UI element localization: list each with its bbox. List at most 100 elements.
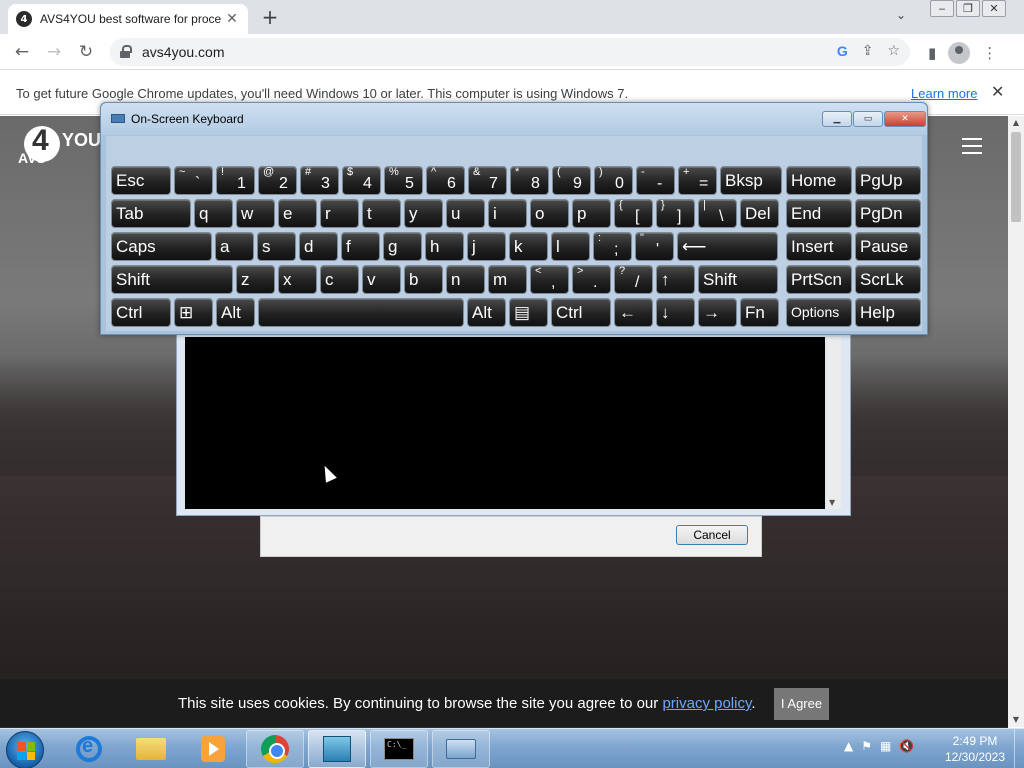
key-minus[interactable]: --: [636, 166, 675, 195]
key-alt-left[interactable]: Alt: [216, 298, 255, 327]
taskbar-command-prompt[interactable]: C:\_: [370, 730, 428, 768]
key-w[interactable]: w: [236, 199, 275, 228]
back-arrow-icon[interactable]: ←: [10, 41, 34, 63]
key-prtscn[interactable]: PrtScn: [786, 265, 852, 294]
key-options[interactable]: Options: [786, 298, 852, 327]
key-k[interactable]: k: [509, 232, 548, 261]
key-f[interactable]: f: [341, 232, 380, 261]
key-a[interactable]: a: [215, 232, 254, 261]
key-alt-right[interactable]: Alt: [467, 298, 506, 327]
key-s[interactable]: s: [257, 232, 296, 261]
profile-avatar-icon[interactable]: [948, 42, 971, 64]
side-panel-icon[interactable]: ▮: [928, 44, 936, 62]
start-button[interactable]: [6, 731, 44, 768]
taskbar-installer[interactable]: [308, 730, 366, 768]
lock-icon[interactable]: [120, 45, 132, 59]
privacy-policy-link[interactable]: privacy policy: [662, 695, 751, 712]
taskbar-media-player[interactable]: [184, 730, 242, 768]
key-o[interactable]: o: [530, 199, 569, 228]
osk-minimize-button[interactable]: ▁: [822, 111, 852, 127]
key-tab[interactable]: Tab: [111, 199, 191, 228]
key-up[interactable]: ↑: [656, 265, 695, 294]
show-hidden-icons-icon[interactable]: ▲: [844, 739, 853, 753]
page-scrollbar[interactable]: ▲ ▼: [1008, 116, 1024, 727]
key-right[interactable]: →: [698, 298, 737, 327]
key-space[interactable]: [258, 298, 464, 327]
learn-more-link[interactable]: Learn more: [911, 86, 977, 101]
key-esc[interactable]: Esc: [111, 166, 171, 195]
minimize-button[interactable]: ‒: [930, 0, 954, 17]
network-icon[interactable]: ▦: [880, 739, 891, 753]
key-ctrl-left[interactable]: Ctrl: [111, 298, 171, 327]
key-9[interactable]: (9: [552, 166, 591, 195]
key-home[interactable]: Home: [786, 166, 852, 195]
key-menu[interactable]: ▤: [509, 298, 548, 327]
key-7[interactable]: & 7: [468, 166, 507, 195]
scroll-up-arrow-icon[interactable]: ▲: [1008, 116, 1024, 130]
reload-icon[interactable]: ↻: [74, 41, 98, 63]
key-semicolon[interactable]: :;: [593, 232, 632, 261]
tab-close-icon[interactable]: ✕: [224, 11, 240, 27]
key-rbracket[interactable]: }]: [656, 199, 695, 228]
key-backtick[interactable]: ~ `: [174, 166, 213, 195]
key-equals[interactable]: + =: [678, 166, 717, 195]
key-1[interactable]: ! 1: [216, 166, 255, 195]
osk-maximize-button[interactable]: ▭: [853, 111, 883, 127]
google-lens-icon[interactable]: G: [837, 43, 848, 59]
key-pause[interactable]: Pause: [855, 232, 921, 261]
forward-arrow-icon[interactable]: →: [42, 41, 66, 63]
key-pgdn[interactable]: PgDn: [855, 199, 921, 228]
key-n[interactable]: n: [446, 265, 485, 294]
system-clock[interactable]: 2:49 PM 12/30/2023: [940, 733, 1010, 765]
infobar-close-icon[interactable]: ✕: [991, 82, 1004, 101]
key-del[interactable]: Del: [740, 199, 779, 228]
key-j[interactable]: j: [467, 232, 506, 261]
key-q[interactable]: q: [194, 199, 233, 228]
key-z[interactable]: z: [236, 265, 275, 294]
tab-search-chevron-icon[interactable]: ⌄: [896, 8, 906, 22]
i-agree-button[interactable]: I Agree: [774, 688, 829, 720]
kebab-menu-icon[interactable]: ⋮: [982, 44, 997, 62]
restore-button[interactable]: ❐: [956, 0, 980, 17]
key-h[interactable]: h: [425, 232, 464, 261]
key-slash[interactable]: ? /: [614, 265, 653, 294]
window-close-button[interactable]: ✕: [982, 0, 1006, 17]
key-c[interactable]: c: [320, 265, 359, 294]
browser-tab[interactable]: 4 AVS4YOU best software for proce ✕: [8, 4, 248, 34]
key-win[interactable]: ⊞: [174, 298, 213, 327]
installer-scrollbar[interactable]: ▼: [827, 337, 841, 509]
key-down[interactable]: ↓: [656, 298, 695, 327]
key-d[interactable]: d: [299, 232, 338, 261]
taskbar-chrome[interactable]: [246, 730, 304, 768]
key-4[interactable]: $4: [342, 166, 381, 195]
key-bksp[interactable]: Bksp: [720, 166, 782, 195]
key-caps[interactable]: Caps: [111, 232, 212, 261]
key-fn[interactable]: Fn: [740, 298, 779, 327]
key-ctrl-right[interactable]: Ctrl: [551, 298, 611, 327]
key-insert[interactable]: Insert: [786, 232, 852, 261]
key-r[interactable]: r: [320, 199, 359, 228]
key-left[interactable]: ←: [614, 298, 653, 327]
action-center-flag-icon[interactable]: ⚑: [861, 739, 872, 753]
key-6[interactable]: ^ 6: [426, 166, 465, 195]
taskbar-on-screen-keyboard[interactable]: [432, 730, 490, 768]
key-v[interactable]: v: [362, 265, 401, 294]
key-comma[interactable]: <,: [530, 265, 569, 294]
url-text[interactable]: avs4you.com: [142, 44, 224, 60]
key-end[interactable]: End: [786, 199, 852, 228]
key-3[interactable]: #3: [300, 166, 339, 195]
key-2[interactable]: @2: [258, 166, 297, 195]
new-tab-button[interactable]: +: [258, 6, 282, 28]
osk-title-bar[interactable]: On-Screen Keyboard ▁ ▭ ✕: [101, 103, 927, 135]
key-shift-right[interactable]: Shift: [698, 265, 778, 294]
bookmark-star-icon[interactable]: ☆: [887, 43, 900, 59]
key-y[interactable]: y: [404, 199, 443, 228]
osk-close-button[interactable]: ✕: [884, 111, 926, 127]
installer-scroll-down-icon[interactable]: ▼: [829, 498, 835, 507]
scrollbar-thumb[interactable]: [1011, 132, 1021, 222]
key-5[interactable]: % 5: [384, 166, 423, 195]
key-shift-left[interactable]: Shift: [111, 265, 233, 294]
key-b[interactable]: b: [404, 265, 443, 294]
key-x[interactable]: x: [278, 265, 317, 294]
key-backslash[interactable]: | \: [698, 199, 737, 228]
